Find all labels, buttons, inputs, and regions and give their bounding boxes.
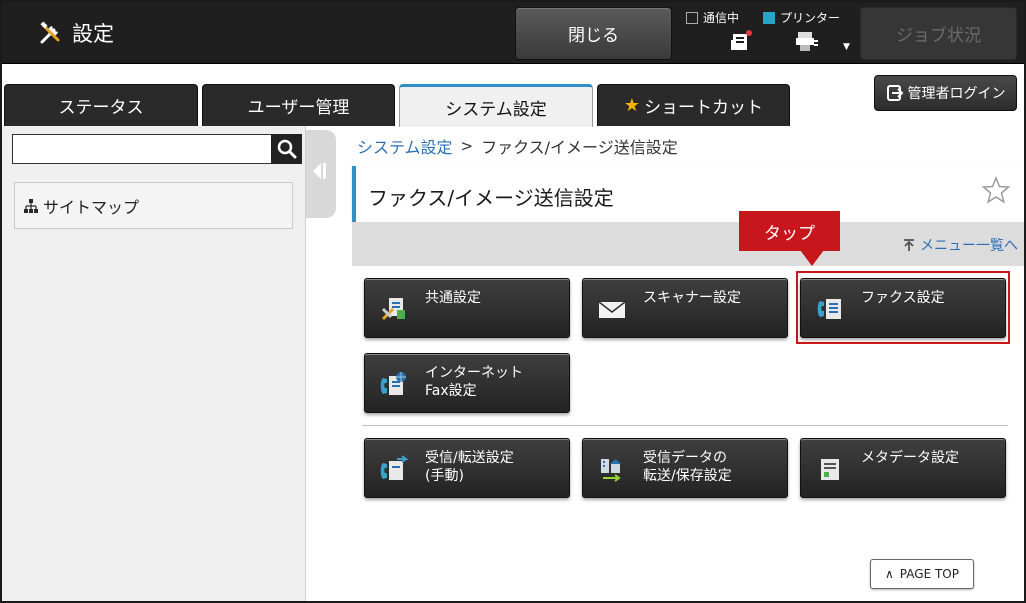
menu-list-label: メニュー一覧へ — [920, 238, 1018, 254]
internet-fax-icon — [380, 372, 406, 395]
sidebar-collapse-handle[interactable] — [306, 130, 336, 218]
internet-fax-settings-label: インターネット Fax設定 — [425, 365, 523, 399]
status-dropdown-icon[interactable]: ▼ — [843, 42, 850, 52]
menu-list-link[interactable]: メニュー一覧へ — [902, 235, 1018, 255]
printer-status-label: プリンター — [780, 11, 841, 25]
app-window: 設定 閉じる 通信中 プリンター ▼ ジョブ状況 ステータス ユーザー管理 シス… — [0, 0, 1026, 603]
search-icon — [277, 139, 296, 159]
received-data-forward-button[interactable]: 受信データの 転送/保存設定 — [582, 438, 788, 498]
sidebar: サイトマップ — [2, 126, 306, 601]
app-title-area: 設定 — [36, 18, 114, 48]
scanner-settings-button[interactable]: スキャナー設定 — [582, 278, 788, 338]
comm-indicator-icon — [686, 11, 698, 24]
tab-shortcut[interactable]: ★ ショートカット — [597, 84, 790, 126]
login-icon — [886, 85, 903, 101]
app-title: 設定 — [72, 22, 114, 46]
receive-forward-settings-button[interactable]: 受信/転送設定 (手動) — [364, 438, 570, 498]
return-arrow-icon — [904, 239, 914, 251]
page-top-button[interactable]: ∧ PAGE TOP — [870, 559, 974, 589]
breadcrumb-parent-link[interactable]: システム設定 — [357, 134, 453, 158]
comm-status-label: 通信中 — [703, 11, 740, 25]
device-status-area[interactable]: 通信中 プリンター ▼ — [686, 8, 856, 60]
search-input[interactable] — [12, 134, 272, 164]
section-divider — [362, 425, 1008, 426]
tap-callout-arrow — [800, 250, 824, 266]
fax-status-icon — [731, 30, 752, 50]
common-settings-button[interactable]: 共通設定 — [364, 278, 570, 338]
admin-login-label: 管理者ログイン — [907, 86, 1006, 102]
printer-status-icon — [796, 32, 818, 51]
sitemap-link[interactable]: サイトマップ — [14, 182, 293, 229]
tab-shortcut-label: ショートカット — [644, 98, 764, 118]
page-header: ファクス/イメージ送信設定 — [352, 166, 1024, 222]
receive-forward-settings-label: 受信/転送設定 (手動) — [425, 450, 514, 484]
breadcrumb-current: ファクス/イメージ送信設定 — [481, 138, 678, 157]
tap-callout: タップ — [739, 211, 840, 251]
star-icon: ★ — [623, 95, 641, 116]
top-bar: 設定 閉じる 通信中 プリンター ▼ ジョブ状況 — [2, 2, 1024, 64]
received-data-forward-label: 受信データの 転送/保存設定 — [643, 450, 732, 484]
sitemap-label: サイトマップ — [43, 197, 140, 217]
envelope-icon — [598, 301, 626, 318]
breadcrumb-separator: > — [460, 137, 474, 155]
page-top-label: PAGE TOP — [899, 567, 959, 581]
metadata-icon — [821, 459, 839, 480]
job-status-button[interactable]: ジョブ状況 — [860, 7, 1017, 60]
breadcrumb: システム設定 > ファクス/イメージ送信設定 — [357, 134, 678, 158]
tab-user-management[interactable]: ユーザー管理 — [202, 84, 395, 126]
settings-tools-icon — [40, 21, 60, 44]
search-button[interactable] — [271, 134, 302, 164]
printer-status: プリンター — [763, 9, 840, 26]
printer-indicator-icon — [763, 11, 775, 24]
page-title: ファクス/イメージ送信設定 — [368, 186, 614, 210]
tab-bar: ステータス ユーザー管理 システム設定 ★ ショートカット 管理者ログイン — [2, 64, 1024, 127]
metadata-settings-label: メタデータ設定 — [861, 450, 959, 466]
tab-system-settings[interactable]: システム設定 — [399, 84, 593, 127]
tab-status[interactable]: ステータス — [4, 84, 198, 126]
menu-strip: メニュー一覧へ — [352, 222, 1024, 266]
common-settings-label: 共通設定 — [425, 290, 481, 306]
chevron-up-icon: ∧ — [885, 567, 894, 581]
receive-forward-icon — [380, 455, 409, 480]
collapse-left-icon — [313, 163, 326, 179]
common-settings-icon — [381, 298, 405, 321]
internet-fax-settings-button[interactable]: インターネット Fax設定 — [364, 353, 570, 413]
favorite-star-icon[interactable] — [982, 176, 1010, 204]
received-data-icon — [601, 459, 621, 482]
admin-login-button[interactable]: 管理者ログイン — [874, 75, 1017, 111]
scanner-settings-label: スキャナー設定 — [643, 290, 741, 306]
close-button[interactable]: 閉じる — [515, 7, 672, 60]
metadata-settings-button[interactable]: メタデータ設定 — [800, 438, 1006, 498]
comm-status: 通信中 — [686, 9, 739, 26]
highlight-frame — [796, 271, 1010, 344]
sitemap-icon — [24, 198, 38, 213]
